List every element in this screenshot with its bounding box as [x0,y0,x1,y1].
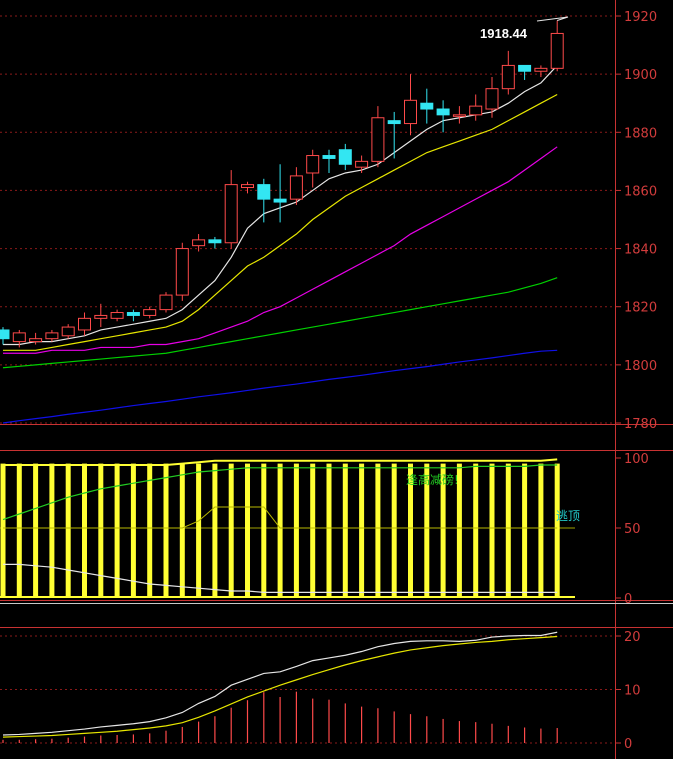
candle-body [371,117,385,162]
tick-label-indicator: 0 [624,592,632,607]
volume-panel [2,631,558,743]
indicator-bar [505,463,511,598]
indicator-bar [0,463,6,598]
candle-body [452,114,466,117]
tick-label-price: 1860 [624,184,657,199]
candle-body [110,312,124,319]
candle-body [61,326,75,337]
candle-body [306,155,320,174]
tick-label-price: 1920 [624,10,657,25]
indicator-bar [98,463,104,598]
candle-body [420,102,434,110]
indicator-bar [554,463,560,598]
indicator-bar [522,463,528,598]
candle-body [143,309,157,316]
indicator-bar [196,463,202,598]
indicator-bar [310,463,316,598]
indicator-bar [261,463,267,598]
candle-body [175,248,189,296]
moving-average-line-5 [2,349,558,424]
price-axis: 1920190018801860184018201800178010050020… [615,10,657,752]
tick-label-price: 1780 [624,417,657,432]
stock-chart: 1920190018801860184018201800178010050020… [0,0,673,759]
tick-label-price: 1820 [624,301,657,316]
callout-connector [536,16,569,22]
candle-body [436,108,450,116]
indicator-bar [82,463,87,598]
tick-label-volume: 20 [624,630,641,645]
indicator-bar [179,463,185,598]
candle-body [192,239,206,247]
candle-body [273,198,287,203]
signal-label-mid: 逃顶 [556,509,580,523]
indicator-bar [33,463,39,598]
indicator-bar [49,463,55,598]
candle-body [404,99,417,125]
indicator-bar [375,463,381,598]
candle-body [338,149,352,165]
candle-body [126,312,140,316]
indicator-bar [473,463,479,598]
high-price-callout: 1918.44 [480,26,528,41]
tick-label-indicator: 100 [624,452,649,467]
candle-body [0,329,10,340]
candle-body [208,239,222,244]
candle-body [501,64,515,90]
indicator-bar [391,463,397,598]
candle-body [94,314,108,319]
tick-label-price: 1880 [624,126,657,141]
candle-body [12,332,26,343]
tick-label-volume: 10 [624,684,641,699]
grid-layer [0,15,615,744]
indicator-bar [16,463,22,598]
candle-body [518,64,532,72]
candle-body [29,338,43,343]
indicator-panel [0,458,575,598]
indicator-bar [489,463,495,598]
tick-label-price: 1800 [624,359,657,374]
candle-body [159,294,173,311]
indicator-bar [342,463,348,598]
candle-body [387,120,401,125]
indicator-bar [293,463,299,598]
indicator-bar [65,463,71,598]
candlestick-panel [0,16,569,424]
candle-body [534,67,548,72]
indicator-bar [538,463,544,598]
indicator-bar [277,463,283,598]
indicator-bar [228,463,234,598]
indicator-bar [212,463,218,598]
candle-body [485,88,499,110]
tick-label-volume: 0 [624,737,632,752]
candle-body [469,105,483,116]
candle-body [322,155,336,159]
indicator-bar [326,463,332,598]
candle-body [550,32,564,69]
tick-label-price: 1900 [624,68,657,83]
indicator-bar [147,463,153,598]
indicator-bar [245,463,250,598]
tick-label-price: 1840 [624,243,657,258]
candle-body [289,175,303,200]
candle-body [224,184,238,244]
tick-label-indicator: 50 [624,522,641,537]
candle-body [78,317,91,331]
candle-body [257,184,271,200]
signal-label-top: 逢高减磅! [406,472,459,487]
candle-body [355,160,369,168]
candle-body [45,332,59,340]
candle-body [241,184,254,189]
indicator-bar [359,463,365,598]
panel-frames [0,0,673,759]
indicator-bar [163,463,169,598]
